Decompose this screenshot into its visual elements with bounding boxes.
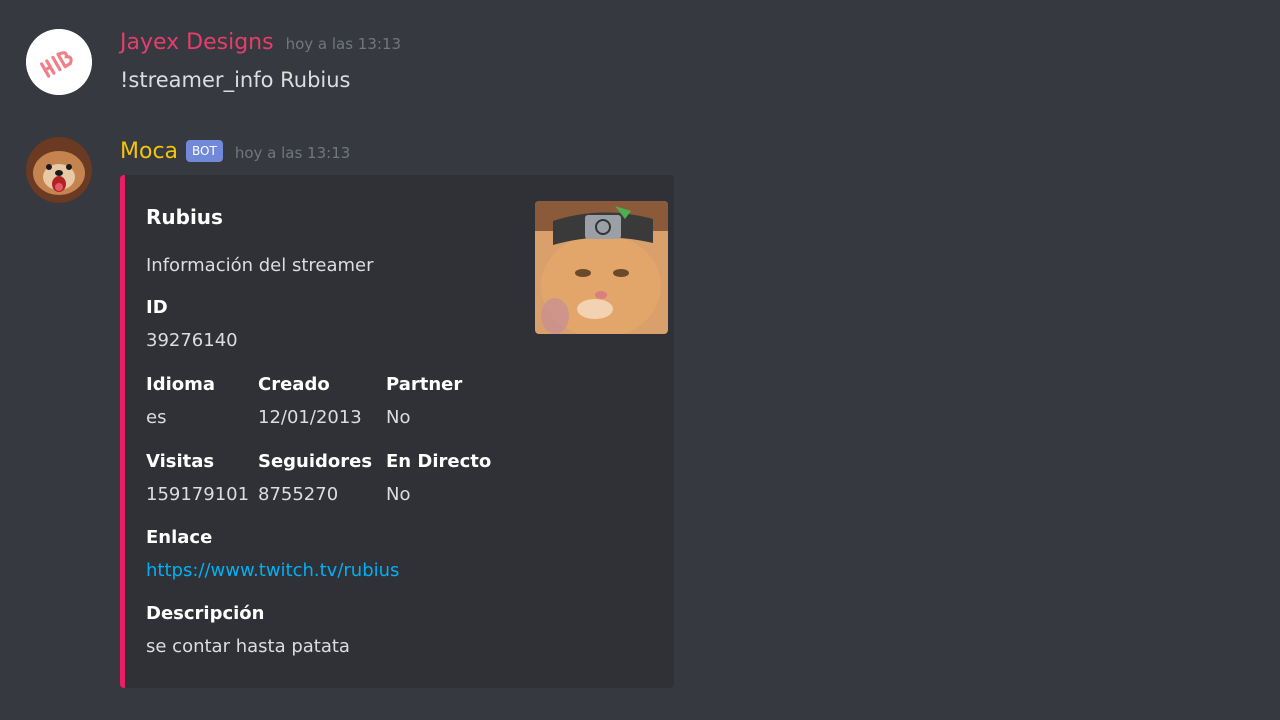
embed: Rubius Información del streamer ID 39276… — [120, 175, 674, 688]
field-value: se contar hasta patata — [146, 636, 350, 657]
field-name: ID — [146, 297, 168, 318]
field-value: 159179101 — [146, 484, 250, 505]
field-name: Seguidores — [258, 451, 373, 472]
field-id: ID 39276140 — [146, 297, 238, 352]
username[interactable]: Moca — [120, 139, 178, 164]
field-descripcion: Descripción se contar hasta patata — [146, 603, 350, 658]
field-name: Descripción — [146, 603, 265, 624]
embed-description: Información del streamer — [146, 255, 374, 276]
dog-avatar-icon[interactable] — [26, 137, 92, 203]
field-value: No — [386, 484, 411, 505]
field-value: 8755270 — [258, 484, 339, 505]
field-idioma: Idioma es — [146, 374, 215, 429]
embed-title: Rubius — [146, 205, 223, 229]
message-header: Moca BOT hoy a las 13:13 — [120, 139, 350, 165]
field-name: Visitas — [146, 451, 215, 472]
field-creado: Creado 12/01/2013 — [258, 374, 362, 429]
bot-tag: BOT — [186, 140, 223, 162]
field-name: Idioma — [146, 374, 216, 395]
field-name: Partner — [386, 374, 463, 395]
timestamp: hoy a las 13:13 — [234, 144, 351, 162]
field-value: 39276140 — [146, 330, 238, 351]
field-value: 12/01/2013 — [258, 407, 362, 428]
field-enlace: Enlace https://www.twitch.tv/rubius — [146, 527, 399, 582]
message-moca: Moca BOT hoy a las 13:13 Rubius Informac… — [0, 0, 1280, 720]
field-partner: Partner No — [386, 374, 462, 429]
field-name: Enlace — [146, 527, 213, 548]
field-value: No — [386, 407, 411, 428]
field-en-directo: En Directo No — [386, 451, 491, 506]
cat-with-headband-image[interactable] — [535, 201, 668, 334]
field-name: Creado — [258, 374, 330, 395]
chat-messages: Jayex Designs hoy a las 13:13 !streamer_… — [0, 0, 1280, 720]
field-seguidores: Seguidores 8755270 — [258, 451, 372, 506]
twitch-link[interactable]: https://www.twitch.tv/rubius — [146, 560, 399, 582]
field-name: En Directo — [386, 451, 492, 472]
field-value: es — [146, 407, 167, 428]
field-visitas: Visitas 159179101 — [146, 451, 249, 506]
